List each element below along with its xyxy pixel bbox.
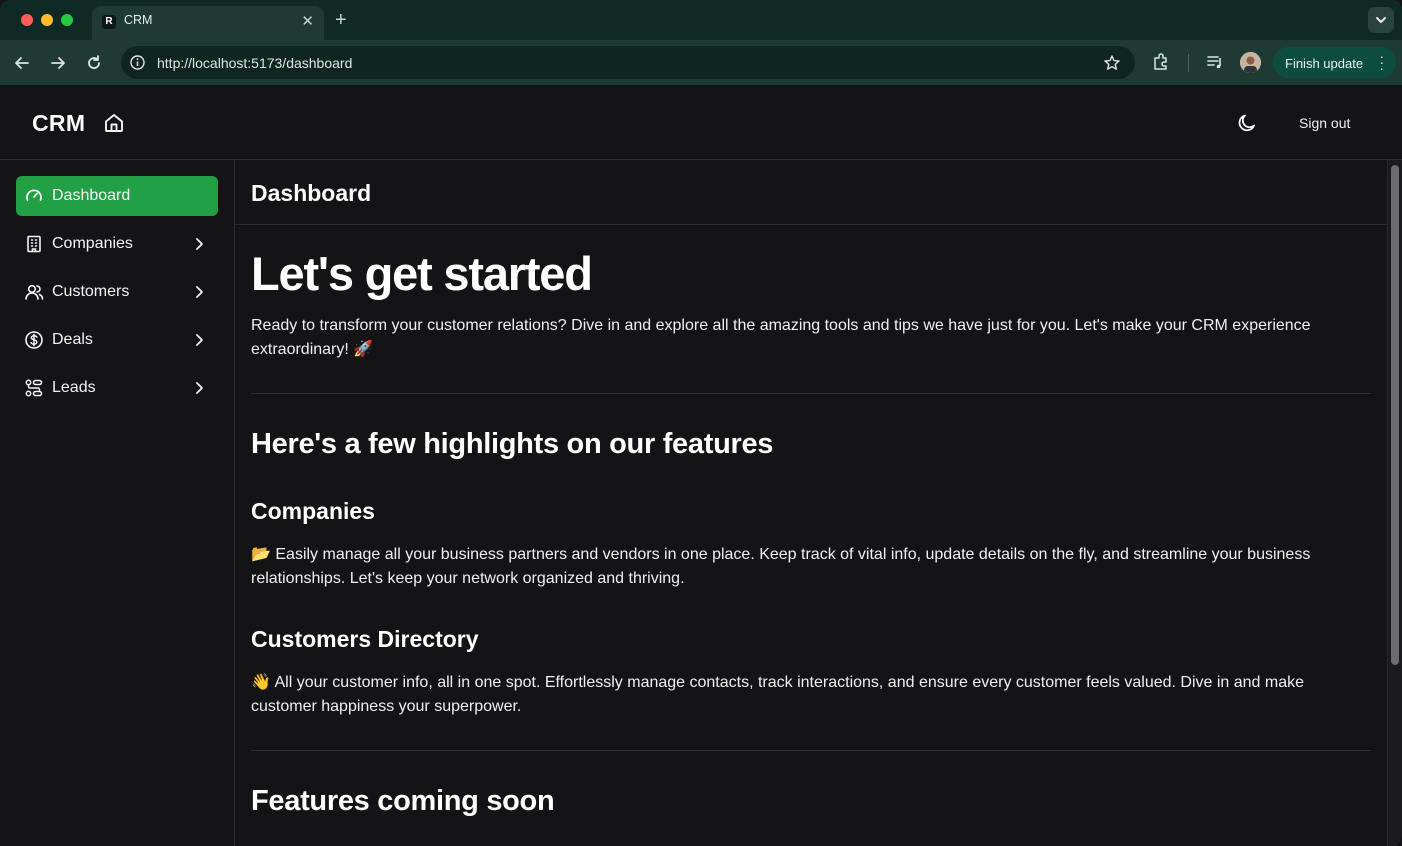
reload-icon[interactable] bbox=[84, 53, 104, 73]
page-title: Dashboard bbox=[251, 180, 372, 206]
theme-toggle-moon-icon[interactable] bbox=[1236, 112, 1258, 134]
section-divider bbox=[251, 393, 1371, 394]
sidebar-item-customers[interactable]: Customers bbox=[16, 272, 218, 312]
finish-update-button[interactable]: Finish update · · · bbox=[1273, 47, 1396, 78]
users-icon bbox=[25, 284, 44, 300]
minimize-window-button[interactable] bbox=[41, 14, 53, 26]
building-icon bbox=[27, 235, 41, 253]
sidebar-item-label: Dashboard bbox=[52, 187, 131, 204]
sidebar-item-label: Leads bbox=[52, 379, 96, 396]
dollar-circle-icon bbox=[25, 331, 43, 349]
page-header: Dashboard bbox=[235, 160, 1387, 225]
companies-heading: Companies bbox=[251, 498, 375, 524]
companies-text: 📂 Easily manage all your business partne… bbox=[251, 546, 1311, 587]
section-divider bbox=[251, 750, 1371, 751]
browser-tab-bar: R CRM ✕ + bbox=[0, 0, 1402, 40]
new-tab-icon[interactable]: + bbox=[335, 9, 347, 32]
toolbar-divider bbox=[1188, 54, 1189, 72]
browser-tab[interactable]: R CRM ✕ bbox=[92, 6, 324, 40]
chevron-right-icon bbox=[196, 334, 203, 346]
extensions-icon[interactable] bbox=[1151, 52, 1171, 72]
sidebar-item-companies[interactable]: Companies bbox=[16, 224, 218, 264]
media-queue-icon[interactable] bbox=[1205, 52, 1225, 72]
chevron-right-icon bbox=[196, 238, 203, 250]
tab-search-button[interactable] bbox=[1368, 7, 1394, 33]
hero-title: Let's get started bbox=[251, 247, 593, 300]
chevron-down-icon bbox=[1376, 17, 1386, 23]
sidebar-item-label: Deals bbox=[52, 331, 93, 348]
back-icon[interactable] bbox=[12, 53, 32, 73]
more-options-icon[interactable]: · · · bbox=[1379, 49, 1384, 75]
sidebar: Dashboard Companies Customers Deals Lead… bbox=[0, 160, 235, 846]
finish-update-label: Finish update bbox=[1285, 56, 1364, 71]
tab-title: CRM bbox=[124, 13, 153, 27]
profile-photo-icon bbox=[1240, 52, 1261, 73]
gauge-icon bbox=[26, 189, 42, 201]
chevron-right-icon bbox=[196, 286, 203, 298]
maximize-window-button[interactable] bbox=[61, 14, 73, 26]
sidebar-item-leads[interactable]: Leads bbox=[16, 368, 218, 408]
sign-out-button[interactable]: Sign out bbox=[1299, 115, 1350, 131]
customers-heading: Customers Directory bbox=[251, 626, 479, 652]
app-logo[interactable]: CRM bbox=[32, 110, 85, 137]
scrollbar-thumb[interactable] bbox=[1391, 165, 1399, 665]
forward-icon[interactable] bbox=[48, 53, 68, 73]
url-text: http://localhost:5173/dashboard bbox=[157, 55, 353, 71]
main-scrollbar[interactable] bbox=[1387, 160, 1402, 846]
crm-app: CRM Sign out Dashboard Companies Custome… bbox=[0, 87, 1402, 846]
sidebar-item-dashboard[interactable]: Dashboard bbox=[16, 176, 218, 216]
sidebar-item-label: Companies bbox=[52, 235, 133, 252]
favicon-icon: R bbox=[102, 15, 116, 29]
site-info-icon[interactable] bbox=[129, 54, 146, 71]
app-header: CRM Sign out bbox=[0, 87, 1402, 160]
chevron-right-icon bbox=[196, 382, 203, 394]
coming-soon-heading: Features coming soon bbox=[251, 785, 555, 817]
intro-text: Ready to transform your customer relatio… bbox=[251, 317, 1311, 358]
browser-window: R CRM ✕ + http://localhost:5173/dashboar… bbox=[0, 0, 1402, 846]
close-tab-icon[interactable]: ✕ bbox=[301, 12, 314, 30]
main-content: Dashboard Let's get started Ready to tra… bbox=[235, 160, 1387, 846]
address-bar[interactable]: http://localhost:5173/dashboard bbox=[121, 46, 1135, 79]
workflow-icon bbox=[25, 379, 43, 397]
customers-text: 👋 All your customer info, all in one spo… bbox=[251, 674, 1305, 715]
sidebar-item-deals[interactable]: Deals bbox=[16, 320, 218, 360]
close-window-button[interactable] bbox=[21, 14, 33, 26]
profile-avatar[interactable] bbox=[1240, 52, 1261, 73]
sidebar-item-label: Customers bbox=[52, 283, 130, 300]
bookmark-star-icon[interactable] bbox=[1103, 54, 1121, 72]
browser-toolbar: http://localhost:5173/dashboard Finish u… bbox=[0, 40, 1402, 86]
home-icon[interactable] bbox=[103, 112, 125, 134]
highlights-heading: Here's a few highlights on our features bbox=[251, 428, 774, 460]
